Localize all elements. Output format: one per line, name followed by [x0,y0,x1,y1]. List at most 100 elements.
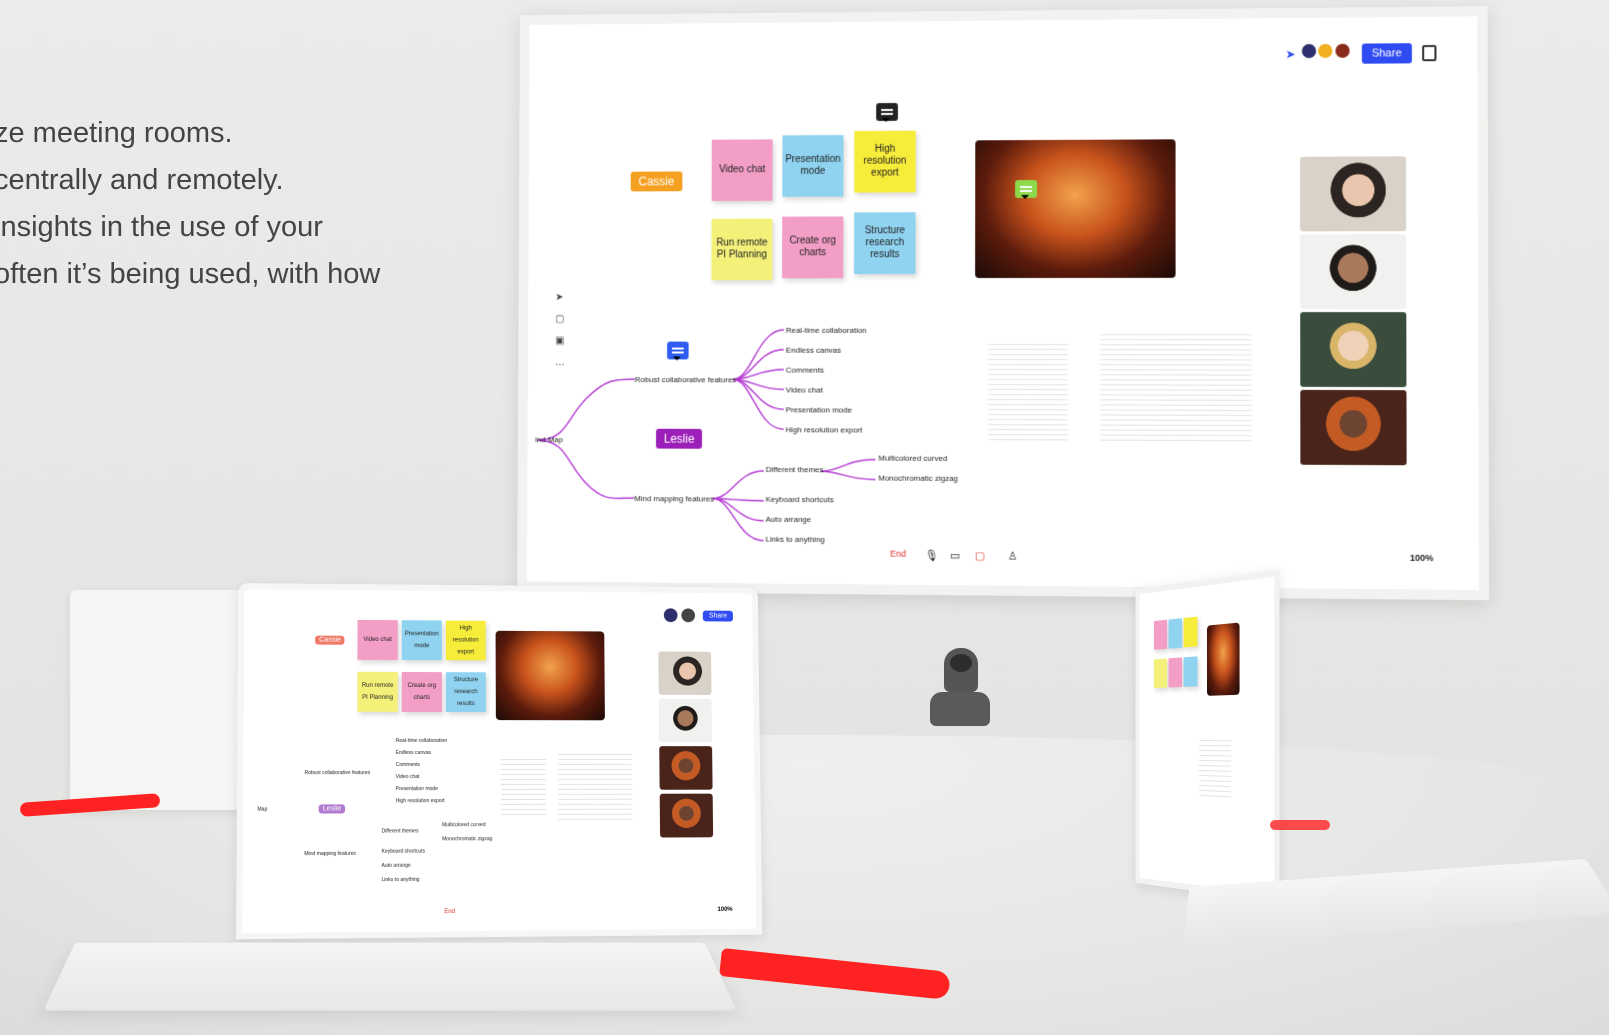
mind-map-node[interactable]: Different themes [766,465,824,474]
mind-map-node[interactable]: Links to anything [381,877,419,883]
sticky-note[interactable] [1183,616,1198,648]
mind-map-node[interactable]: Links to anything [766,535,825,544]
video-tile[interactable] [1300,234,1407,310]
video-tile[interactable] [1300,389,1407,466]
mind-map-node[interactable]: Video chat [786,385,823,394]
mind-map-root[interactable]: Map [257,807,267,813]
cursor-label-leslie: Leslie [318,804,346,814]
mind-map-node[interactable]: Comments [786,366,824,375]
sticky-note[interactable]: Create org charts [782,216,844,279]
board-icon[interactable] [1422,44,1437,61]
document-thumbnail[interactable] [987,339,1068,441]
mind-map-branch[interactable]: Mind mapping features [634,494,714,503]
zoom-level[interactable]: 100% [1410,553,1434,563]
avatar[interactable] [1299,41,1318,61]
comment-icon[interactable] [1015,179,1038,199]
sticky-note[interactable]: Video chat [711,139,773,202]
person-icon[interactable]: ♙ [1008,550,1018,563]
cursor-label-cassie: Cassie [630,171,683,192]
sticky-note[interactable] [1168,618,1183,649]
sticky-note[interactable]: Run remote PI Planning [711,218,773,281]
mind-map-node[interactable]: Presentation mode [786,405,852,414]
sticky-note[interactable]: Video chat [357,619,398,660]
mind-map-connectors [527,300,1000,561]
top-toolbar: ➤ Share [1285,41,1437,66]
pointer-icon[interactable]: ➤ [1285,47,1295,61]
mind-map-node[interactable]: Multicolored curved [442,822,486,828]
sticky-note[interactable]: Run remote PI Planning [357,671,398,712]
mind-map-branch[interactable]: Mind mapping features [304,851,356,857]
document-thumbnail[interactable] [1100,330,1252,442]
mind-map-node[interactable]: High resolution export [396,798,445,804]
sticky-note[interactable]: Presentation mode [401,620,442,661]
canyon-image[interactable] [1206,622,1240,696]
red-dongle [1270,820,1330,830]
sticky-note[interactable] [1183,656,1198,687]
mind-map-node[interactable]: Real-time collaboration [396,738,447,744]
video-tile[interactable] [1300,156,1407,232]
end-call-button[interactable]: End [444,909,455,915]
video-tile[interactable] [1300,312,1407,388]
mind-map-node[interactable]: Monochromatic zigzag [878,474,958,483]
mind-map-node[interactable]: Keyboard shortcuts [381,849,425,855]
mind-map-branch[interactable]: Robust collaborative features [635,375,736,384]
copy-line: insights in the use of your [0,211,323,243]
canyon-image[interactable] [495,630,605,721]
mind-map-node[interactable]: Different themes [382,828,419,834]
share-button[interactable]: Share [1361,42,1412,64]
canyon-image[interactable] [975,139,1176,279]
video-tile[interactable] [659,746,713,790]
mind-map-node[interactable]: Comments [396,762,420,768]
comment-icon[interactable] [876,102,898,121]
avatar[interactable] [662,606,680,625]
mind-map-node[interactable]: Auto arrange [766,515,812,524]
avatar[interactable] [1333,41,1352,60]
zoom-level[interactable]: 100% [718,907,733,913]
document-thumbnail[interactable] [500,755,547,816]
marketing-copy: ze meeting rooms. centrally and remotely… [0,110,380,298]
video-tile[interactable] [658,698,713,743]
avatar[interactable] [679,606,698,625]
mind-map-node[interactable]: Real-time collaboration [786,326,867,335]
conference-camera [930,648,990,726]
mind-map-root[interactable]: ind Map [535,435,563,444]
cursor-label-cassie: Cassie [315,635,345,645]
mute-icon[interactable]: 🎙 [925,549,939,562]
copy-line: centrally and remotely. [0,164,284,196]
camera-off-icon[interactable]: ▭ [950,549,960,562]
mind-map-node[interactable]: Keyboard shortcuts [766,495,834,504]
camera-lens [950,654,972,672]
sticky-note[interactable] [1153,658,1168,689]
sticky-note[interactable] [1153,619,1168,650]
mind-map-node[interactable]: Endless canvas [396,750,431,756]
share-button[interactable]: Share [703,610,733,622]
sticky-note[interactable]: High resolution export [854,130,916,193]
mind-map-node[interactable]: Multicolored curved [878,454,947,463]
mind-map-branch[interactable]: Robust collaborative features [304,770,370,776]
mind-map-node[interactable]: High resolution export [786,425,863,434]
mind-map-node[interactable]: Endless canvas [786,346,841,355]
laptop-left-keyboard [43,942,737,1011]
sticky-note[interactable]: High resolution export [445,620,486,661]
sticky-note[interactable]: Presentation mode [782,135,844,197]
mind-map-node[interactable]: Presentation mode [396,786,438,792]
camera-base [930,692,990,726]
sticky-note[interactable] [1168,657,1183,688]
mind-map-node[interactable]: Monochromatic zigzag [442,836,492,842]
bottom-bar: End 🎙 ▭ ▢ ♙ 100% [527,546,1479,574]
avatar[interactable] [1316,41,1335,61]
screen-share-icon[interactable]: ▢ [975,549,985,562]
document-thumbnail[interactable] [557,750,633,820]
video-tile[interactable] [659,793,714,838]
mind-map-node[interactable]: Auto arrange [381,863,410,869]
document-thumbnail[interactable] [1199,736,1232,798]
sticky-note[interactable]: Create org charts [401,671,442,713]
end-call-button[interactable]: End [890,549,906,559]
laptop-left-screen: Share Video chat Presentation mode High … [236,583,763,940]
mind-map-node[interactable]: Video chat [396,774,420,780]
sticky-note[interactable]: Structure research results [854,212,916,275]
copy-line: often it’s being used, with how [0,258,381,290]
video-tile[interactable] [658,651,712,695]
sticky-note[interactable]: Structure research results [445,672,486,713]
avatar-group[interactable] [1299,41,1352,66]
